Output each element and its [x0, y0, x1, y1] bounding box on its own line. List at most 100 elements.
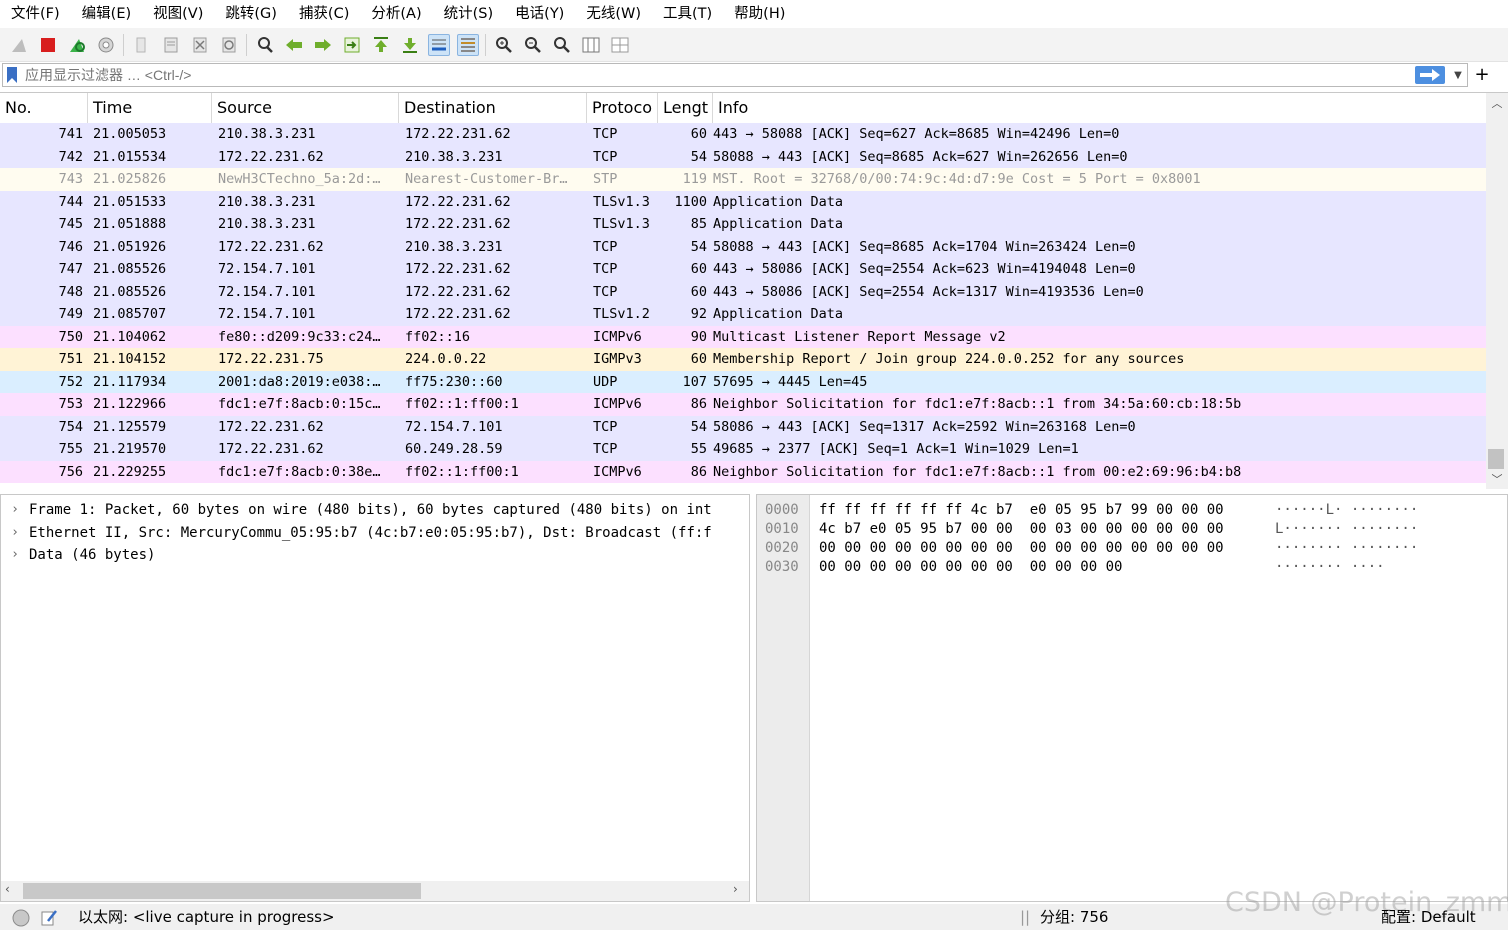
packet-row[interactable]: 756 21.229255 fdc1:e7f:8acb:0:38e… ff02::1:… [0, 460, 1486, 483]
add-filter-button[interactable]: + [1472, 64, 1492, 86]
packet-cell-dst: 224.0.0.22 [405, 351, 487, 367]
menu-item[interactable]: 分析(A) [360, 0, 432, 28]
detail-row-frame[interactable]: › Frame 1: Packet, 60 bytes on wire (480 … [1, 499, 749, 522]
first-packet-icon[interactable] [370, 34, 392, 56]
normal-size-icon[interactable] [551, 34, 573, 56]
packet-cell-len: 85 [690, 216, 707, 232]
packet-cell-src: 172.22.231.62 [218, 441, 324, 457]
last-packet-icon[interactable] [399, 34, 421, 56]
detail-row-ethernet[interactable]: › Ethernet II, Src: MercuryCommu_05:95:b7… [1, 522, 749, 545]
chevron-right-icon[interactable]: › [1, 522, 29, 545]
column-header-length[interactable]: Lengt [658, 93, 713, 123]
packet-cell-proto: TCP [593, 283, 618, 300]
shark-fin-icon[interactable] [8, 34, 30, 56]
packet-cell-proto: UDP [593, 373, 618, 390]
capture-comment-icon[interactable] [40, 909, 58, 935]
packet-list-scrollbar[interactable]: ︿ ﹀ [1486, 93, 1508, 489]
column-header-source[interactable]: Source [212, 93, 399, 123]
packet-cell-src: 2001:da8:2019:e038:… [218, 373, 381, 390]
expert-info-icon[interactable] [12, 909, 30, 935]
column-header-no[interactable]: No. [0, 93, 88, 123]
packet-cell-src: 72.154.7.101 [218, 261, 316, 277]
zoom-out-icon[interactable] [522, 34, 544, 56]
capture-options-icon[interactable] [95, 34, 117, 56]
menu-item[interactable]: 编辑(E) [71, 0, 142, 28]
go-back-icon[interactable] [283, 34, 305, 56]
go-forward-icon[interactable] [312, 34, 334, 56]
packet-row[interactable]: 749 21.085707 72.154.7.101 172.22.231.62 TLS… [0, 303, 1486, 326]
scroll-thumb[interactable] [1488, 449, 1504, 469]
byte-hex[interactable]: 00 00 00 00 00 00 00 00 00 00 00 00 [819, 558, 1122, 577]
packet-row[interactable]: 755 21.219570 172.22.231.62 60.249.28.59 TCP… [0, 438, 1486, 461]
go-to-packet-icon[interactable] [341, 34, 363, 56]
resize-columns-icon[interactable] [580, 34, 602, 56]
column-header-info[interactable]: Info [713, 93, 1486, 123]
packet-row[interactable]: 744 21.051533 210.38.3.231 172.22.231.62 TLS… [0, 190, 1486, 213]
byte-ascii[interactable]: ······L· ········ [1275, 501, 1418, 520]
packet-row[interactable]: 745 21.051888 210.38.3.231 172.22.231.62 TLS… [0, 213, 1486, 236]
column-header-protocol[interactable]: Protoco [587, 93, 658, 123]
menu-item[interactable]: 电话(Y) [504, 0, 575, 28]
scroll-up-icon[interactable]: ︿ [1486, 95, 1508, 113]
stop-capture-icon[interactable] [37, 34, 59, 56]
menu-item[interactable]: 工具(T) [652, 0, 723, 28]
colorize-icon[interactable] [456, 33, 479, 56]
apply-filter-arrow-icon[interactable] [1415, 66, 1445, 84]
column-header-time[interactable]: Time [88, 93, 212, 123]
packet-cell-src: fdc1:e7f:8acb:0:15c… [218, 396, 381, 412]
byte-ascii[interactable]: ········ ········ [1275, 539, 1418, 558]
menu-item[interactable]: 文件(F) [0, 0, 71, 28]
reload-file-icon[interactable] [218, 34, 240, 56]
menu-item[interactable]: 捕获(C) [288, 0, 360, 28]
open-file-icon[interactable] [131, 34, 153, 56]
byte-ascii[interactable]: ········ ···· [1275, 558, 1385, 577]
scroll-thumb[interactable] [23, 883, 421, 899]
packet-row[interactable]: 751 21.104152 172.22.231.75 224.0.0.22 IGMPv… [0, 348, 1486, 371]
zoom-in-icon[interactable] [493, 34, 515, 56]
packet-row[interactable]: 743 21.025826 NewH3CTechno_5a:2d:… Nearest-… [0, 168, 1486, 191]
packet-row[interactable]: 742 21.015534 172.22.231.62 210.38.3.231 TCP… [0, 145, 1486, 168]
expand-subtrees-icon[interactable] [609, 34, 631, 56]
byte-hex[interactable]: 00 00 00 00 00 00 00 00 00 00 00 00 00 0… [819, 539, 1224, 558]
packet-cell-src: 172.22.231.62 [218, 238, 324, 255]
bookmark-icon[interactable] [3, 65, 21, 85]
byte-hex[interactable]: ff ff ff ff ff ff 4c b7 e0 05 95 b7 99 0… [819, 501, 1224, 520]
packet-cell-src: 172.22.231.62 [218, 418, 324, 435]
menu-item[interactable]: 跳转(G) [214, 0, 288, 28]
find-packet-icon[interactable] [254, 34, 276, 56]
filter-dropdown-icon[interactable]: ▼ [1449, 70, 1467, 81]
profile-status[interactable]: 配置: Default [1381, 904, 1476, 930]
packet-row[interactable]: 752 21.117934 2001:da8:2019:e038:… ff75:230… [0, 370, 1486, 393]
scroll-right-icon[interactable]: › [733, 882, 738, 896]
packet-row[interactable]: 741 21.005053 210.38.3.231 172.22.231.62 TCP… [0, 123, 1486, 146]
chevron-right-icon[interactable]: › [1, 499, 29, 522]
packet-row[interactable]: 746 21.051926 172.22.231.62 210.38.3.231 TCP… [0, 235, 1486, 258]
scroll-left-icon[interactable]: ‹ [5, 882, 10, 896]
scroll-down-icon[interactable]: ﹀ [1486, 471, 1508, 489]
packet-cell-proto: STP [593, 171, 618, 187]
packet-cell-time: 21.025826 [93, 171, 167, 187]
menu-item[interactable]: 视图(V) [142, 0, 214, 28]
save-file-icon[interactable] [160, 34, 182, 56]
menu-item[interactable]: 无线(W) [575, 0, 652, 28]
byte-hex[interactable]: 4c b7 e0 05 95 b7 00 00 00 03 00 00 00 0… [819, 520, 1224, 539]
packet-row[interactable]: 753 21.122966 fdc1:e7f:8acb:0:15c… ff02::1:… [0, 393, 1486, 416]
display-filter-input[interactable] [21, 64, 1415, 86]
packet-row[interactable]: 747 21.085526 72.154.7.101 172.22.231.62 TCP… [0, 258, 1486, 281]
menu-item[interactable]: 帮助(H) [723, 0, 796, 28]
detail-row-data[interactable]: › Data (46 bytes) [1, 544, 749, 567]
packet-row[interactable]: 754 21.125579 172.22.231.62 72.154.7.101 TCP… [0, 415, 1486, 438]
close-file-icon[interactable] [189, 34, 211, 56]
menu-item[interactable]: 统计(S) [433, 0, 505, 28]
packet-cell-time: 21.085526 [93, 261, 167, 277]
autoscroll-icon[interactable] [427, 33, 450, 56]
chevron-right-icon[interactable]: › [1, 544, 29, 567]
packet-cell-proto: TCP [593, 261, 618, 277]
restart-capture-icon[interactable] [66, 34, 88, 56]
packet-row[interactable]: 748 21.085526 72.154.7.101 172.22.231.62 TCP… [0, 280, 1486, 303]
details-horizontal-scrollbar[interactable]: ‹ › [1, 881, 749, 901]
packet-cell-src: fdc1:e7f:8acb:0:38e… [218, 463, 381, 480]
column-header-destination[interactable]: Destination [399, 93, 587, 123]
byte-ascii[interactable]: L······· ········ [1275, 520, 1418, 539]
packet-row[interactable]: 750 21.104062 fe80::d209:9c33:c24… ff02::16… [0, 325, 1486, 348]
